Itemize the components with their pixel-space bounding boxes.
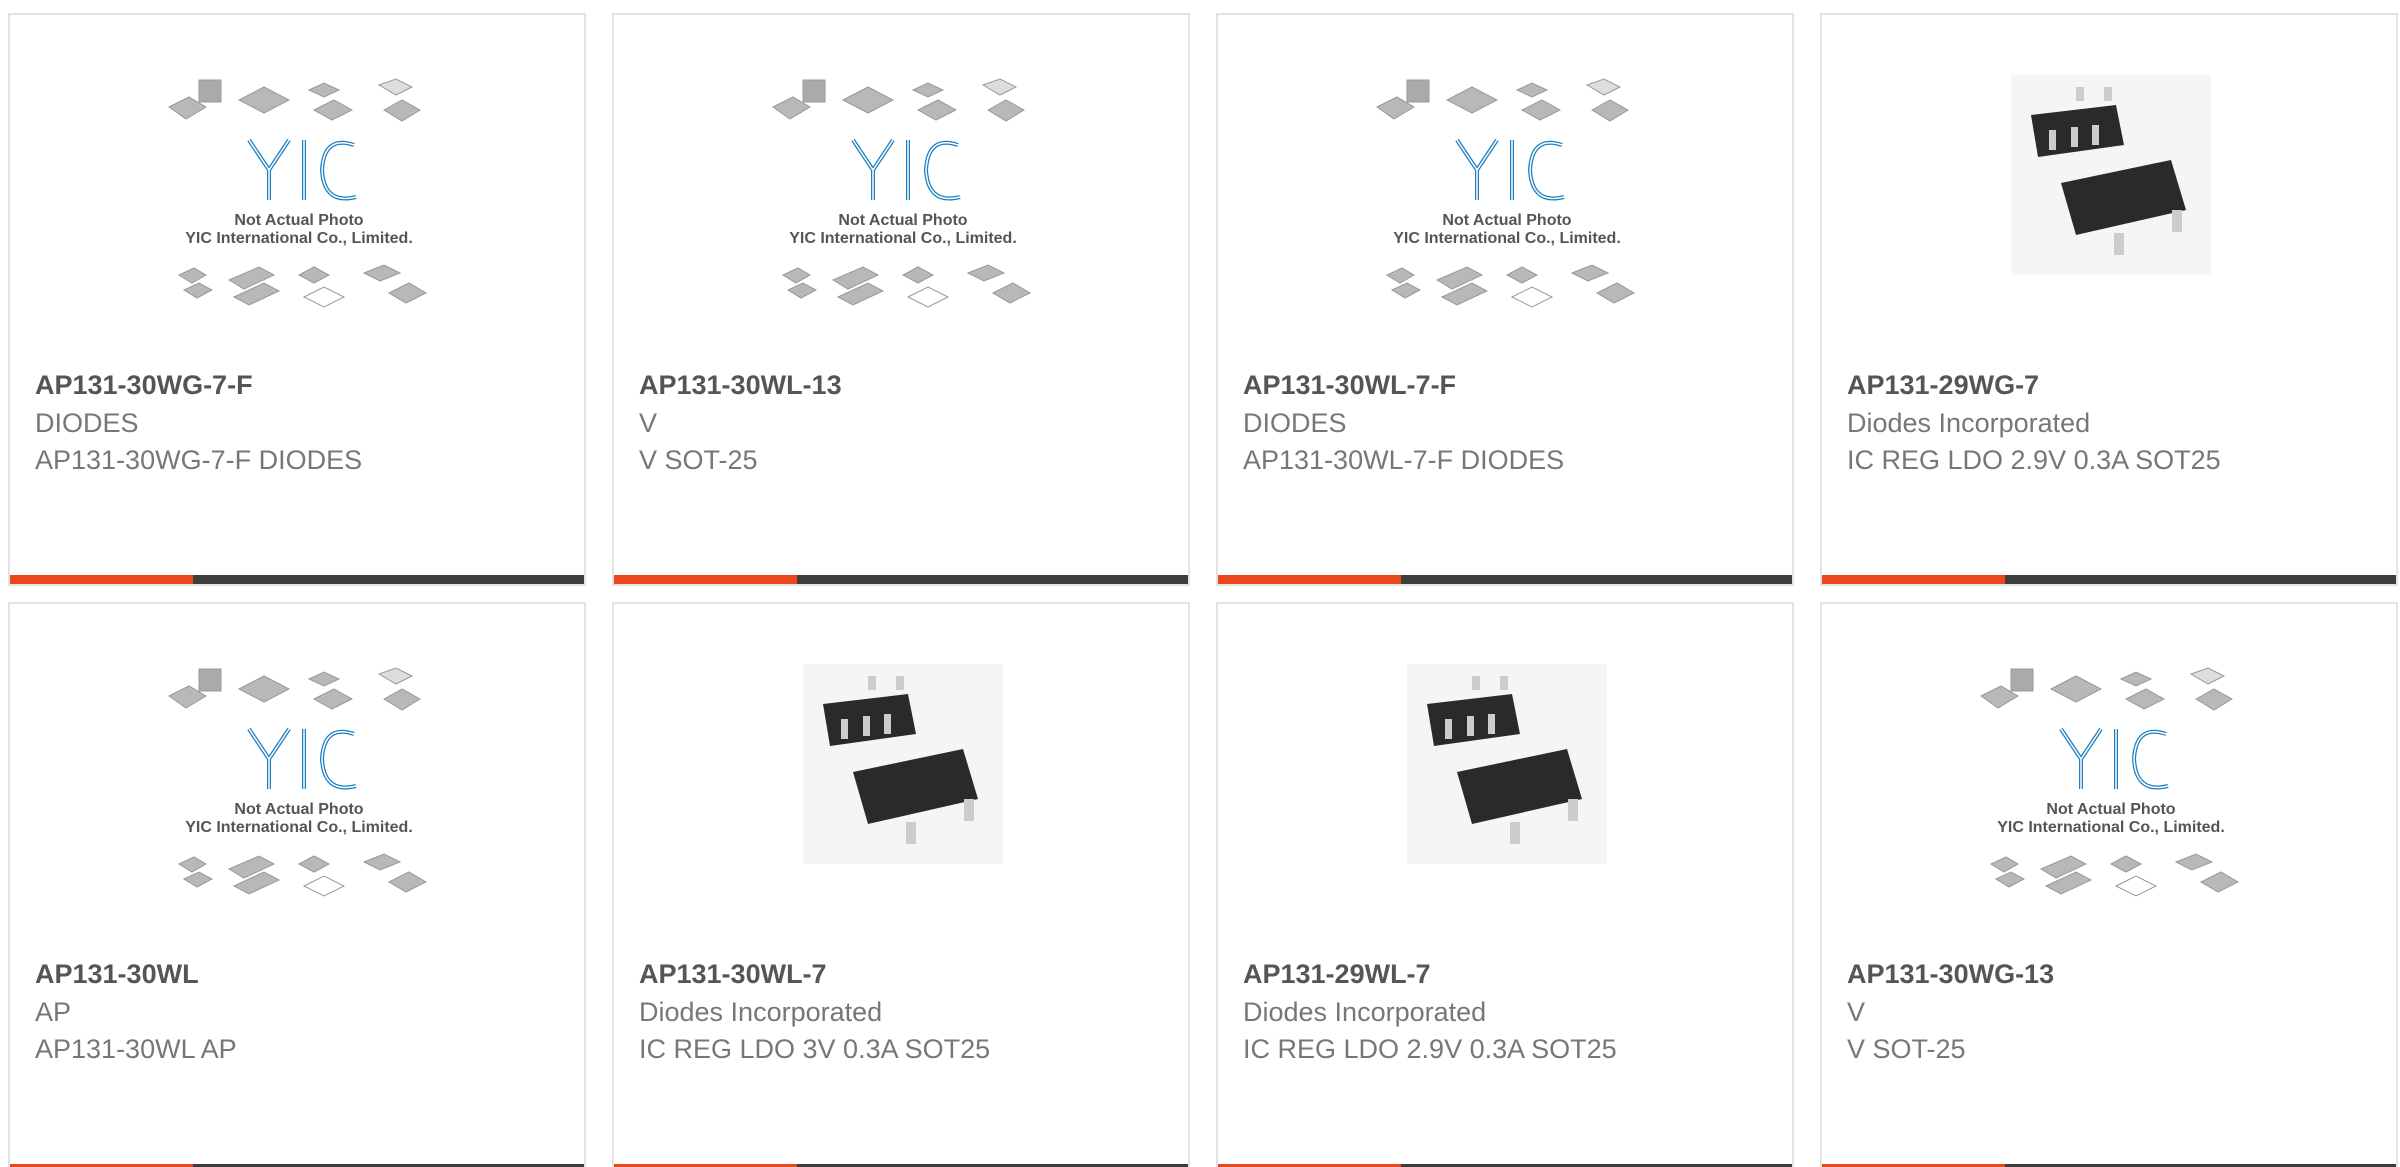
product-part-number[interactable]: AP131-30WG-7-F xyxy=(35,370,253,401)
product-description: IC REG LDO 2.9V 0.3A SOT25 xyxy=(1847,445,2221,475)
product-part-number[interactable]: AP131-29WL-7 xyxy=(1243,959,1431,990)
product-image: Not Actual Photo YIC International Co., … xyxy=(1218,75,1792,355)
product-part-number[interactable]: AP131-30WL xyxy=(35,959,199,990)
placeholder-line2: YIC International Co., Limited. xyxy=(1393,230,1621,247)
product-part-number[interactable]: AP131-30WL-7-F xyxy=(1243,370,1456,401)
product-manufacturer: V xyxy=(1847,997,1866,1027)
product-description: AP131-30WG-7-F DIODES xyxy=(35,445,363,475)
placeholder-line1: Not Actual Photo xyxy=(234,801,363,818)
card-bottom-bar xyxy=(1822,575,2396,584)
placeholder-line1: Not Actual Photo xyxy=(838,212,967,229)
product-card[interactable]: Not Actual Photo YIC International Co., … xyxy=(612,13,1190,586)
product-manufacturer: Diodes Incorporated xyxy=(639,997,883,1027)
product-card[interactable]: AP131-29WG-7 Diodes Incorporated IC REG … xyxy=(1820,13,2398,586)
card-accent-bar xyxy=(10,575,193,584)
product-grid: Not Actual Photo YIC International Co., … xyxy=(0,0,2400,1167)
product-image xyxy=(1822,75,2396,355)
yic-placeholder-icon: Not Actual Photo YIC International Co., … xyxy=(1376,78,1636,308)
placeholder-line2: YIC International Co., Limited. xyxy=(185,230,413,247)
card-bottom-bar xyxy=(1218,575,1792,584)
product-manufacturer: Diodes Incorporated xyxy=(1243,997,1487,1027)
product-image xyxy=(1218,664,1792,944)
product-card[interactable]: AP131-29WL-7 Diodes Incorporated IC REG … xyxy=(1216,602,1794,1167)
sot25-package-icon xyxy=(803,664,1003,864)
product-card[interactable]: Not Actual Photo YIC International Co., … xyxy=(8,602,586,1167)
placeholder-line2: YIC International Co., Limited. xyxy=(789,230,1017,247)
card-accent-bar xyxy=(614,575,797,584)
product-part-number[interactable]: AP131-30WL-13 xyxy=(639,370,842,401)
placeholder-line1: Not Actual Photo xyxy=(1442,212,1571,229)
product-part-number[interactable]: AP131-30WL-7 xyxy=(639,959,827,990)
product-part-number[interactable]: AP131-29WG-7 xyxy=(1847,370,2039,401)
placeholder-line1: Not Actual Photo xyxy=(234,212,363,229)
placeholder-line2: YIC International Co., Limited. xyxy=(185,819,413,836)
product-description: AP131-30WL AP xyxy=(35,1034,237,1064)
yic-placeholder-icon: Not Actual Photo YIC International Co., … xyxy=(772,78,1032,308)
product-image: Not Actual Photo YIC International Co., … xyxy=(1822,664,2396,944)
sot25-package-icon xyxy=(2011,75,2211,275)
placeholder-line1: Not Actual Photo xyxy=(2046,801,2175,818)
product-image: Not Actual Photo YIC International Co., … xyxy=(10,75,584,355)
card-bottom-bar xyxy=(614,575,1188,584)
product-manufacturer: AP xyxy=(35,997,72,1027)
product-image: Not Actual Photo YIC International Co., … xyxy=(614,75,1188,355)
product-manufacturer: DIODES xyxy=(1243,408,1347,438)
product-image: Not Actual Photo YIC International Co., … xyxy=(10,664,584,944)
product-part-number[interactable]: AP131-30WG-13 xyxy=(1847,959,2054,990)
card-accent-bar xyxy=(1822,575,2005,584)
yic-placeholder-icon: Not Actual Photo YIC International Co., … xyxy=(1980,667,2240,897)
card-accent-bar xyxy=(1218,575,1401,584)
product-card[interactable]: Not Actual Photo YIC International Co., … xyxy=(1820,602,2398,1167)
product-image xyxy=(614,664,1188,944)
product-description: V SOT-25 xyxy=(1847,1034,1966,1064)
product-description: AP131-30WL-7-F DIODES xyxy=(1243,445,1565,475)
product-manufacturer: V xyxy=(639,408,658,438)
placeholder-line2: YIC International Co., Limited. xyxy=(1997,819,2225,836)
product-card[interactable]: Not Actual Photo YIC International Co., … xyxy=(8,13,586,586)
sot25-package-icon xyxy=(1407,664,1607,864)
product-card[interactable]: AP131-30WL-7 Diodes Incorporated IC REG … xyxy=(612,602,1190,1167)
product-manufacturer: Diodes Incorporated xyxy=(1847,408,2091,438)
product-manufacturer: DIODES xyxy=(35,408,139,438)
product-description: IC REG LDO 3V 0.3A SOT25 xyxy=(639,1034,991,1064)
product-card[interactable]: Not Actual Photo YIC International Co., … xyxy=(1216,13,1794,586)
card-bottom-bar xyxy=(10,575,584,584)
yic-placeholder-icon: Not Actual Photo YIC International Co., … xyxy=(168,78,428,308)
product-description: IC REG LDO 2.9V 0.3A SOT25 xyxy=(1243,1034,1617,1064)
yic-placeholder-icon: Not Actual Photo YIC International Co., … xyxy=(168,667,428,897)
product-description: V SOT-25 xyxy=(639,445,758,475)
